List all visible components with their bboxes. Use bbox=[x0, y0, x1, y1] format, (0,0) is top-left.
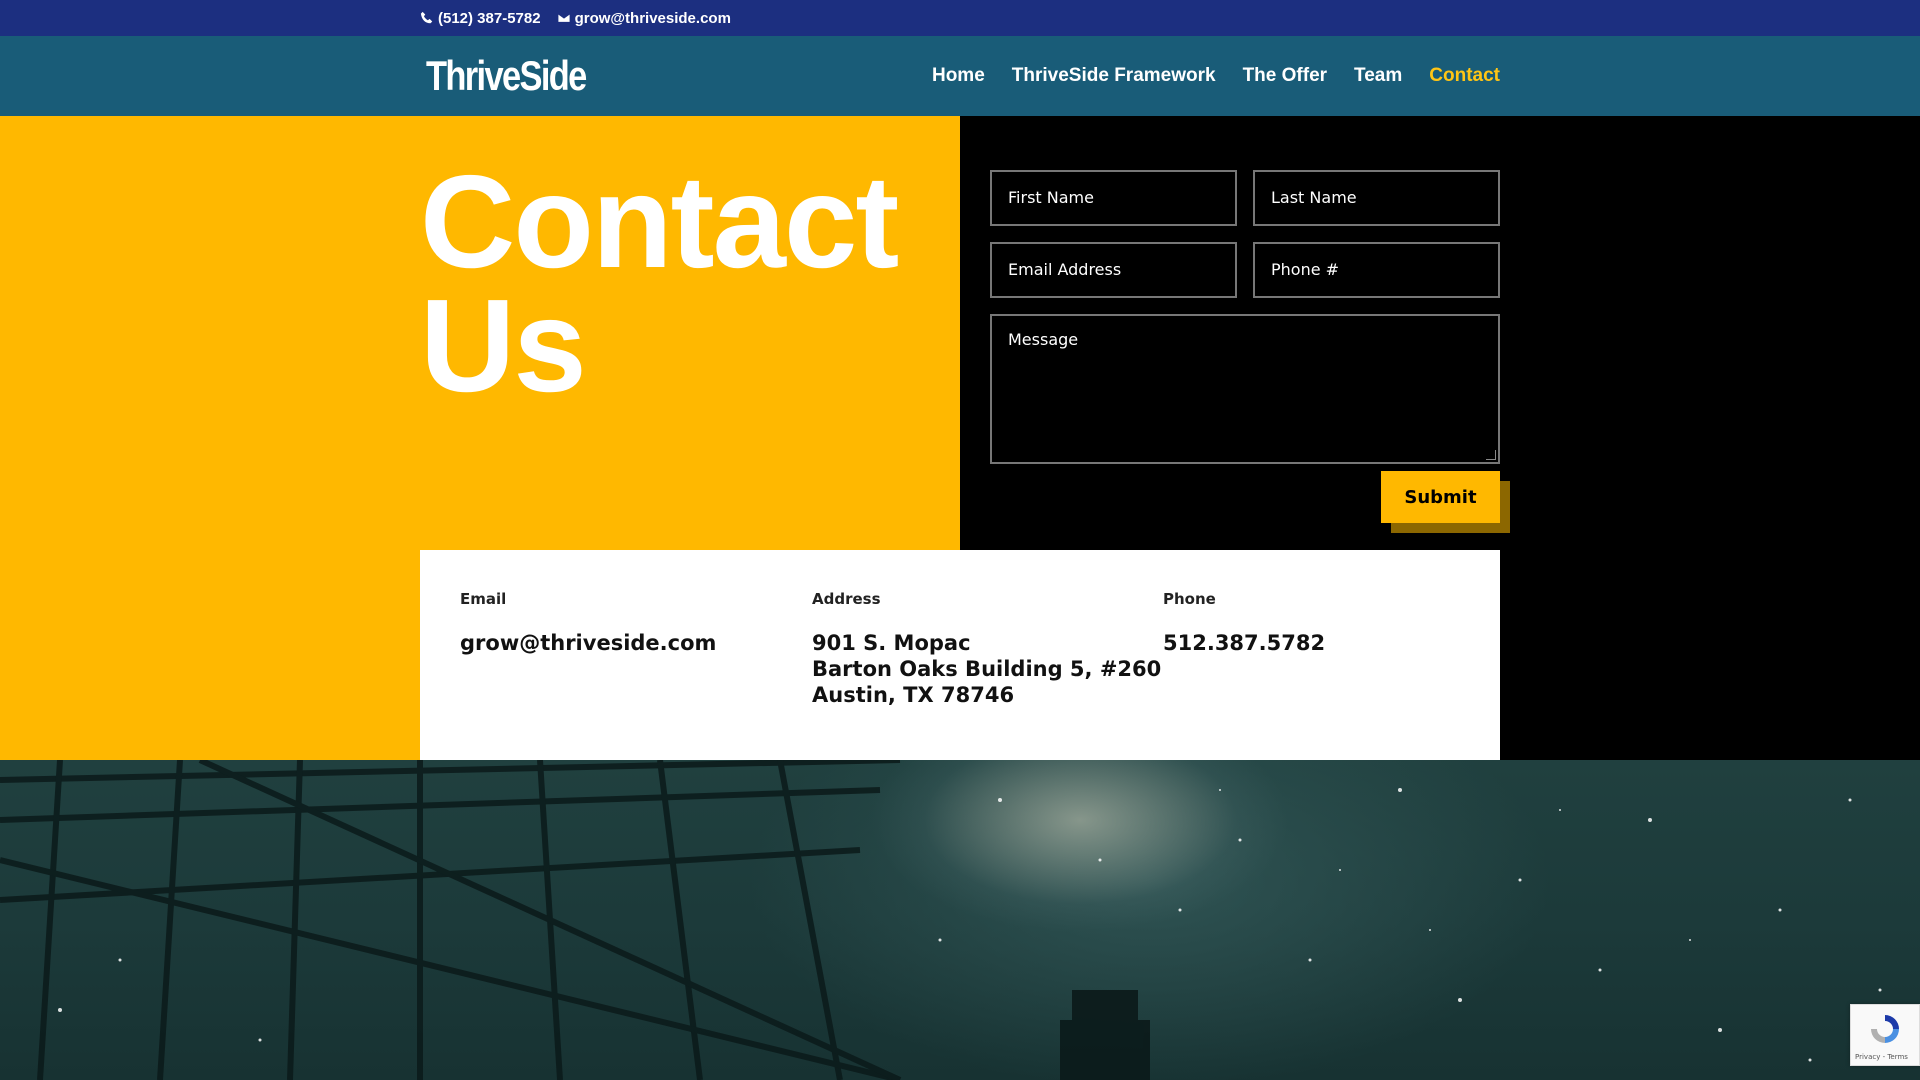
resize-handle[interactable] bbox=[1486, 450, 1496, 460]
phone-placeholder: Phone # bbox=[1271, 260, 1340, 279]
phone-field[interactable]: Phone # bbox=[1253, 242, 1500, 298]
nav-team[interactable]: Team bbox=[1354, 65, 1402, 87]
main-nav: Home ThriveSide Framework The Offer Team… bbox=[932, 36, 1500, 116]
info-email-label: Email bbox=[460, 590, 507, 608]
message-placeholder: Message bbox=[1008, 330, 1079, 349]
info-phone-value[interactable]: 512.387.5782 bbox=[1163, 630, 1325, 656]
top-phone-text: (512) 387-5782 bbox=[438, 9, 541, 27]
first-name-field[interactable]: First Name bbox=[990, 170, 1237, 226]
recaptcha-links[interactable]: Privacy - Terms bbox=[1855, 1053, 1908, 1061]
logo-text: ThriveSide bbox=[426, 52, 587, 99]
last-name-placeholder: Last Name bbox=[1271, 188, 1357, 207]
page-title: Contact Us bbox=[420, 148, 940, 419]
page-title-line2: Us bbox=[420, 272, 587, 419]
night-sky-bridge-image bbox=[0, 760, 1920, 1080]
envelope-icon bbox=[556, 13, 571, 23]
page-title-line1: Contact bbox=[420, 148, 899, 295]
bridge-silhouette bbox=[0, 760, 1882, 1080]
top-email-link[interactable]: grow@thriveside.com bbox=[556, 9, 731, 27]
info-address-line2: Barton Oaks Building 5, #260 bbox=[812, 657, 1162, 681]
contact-info-card: Email grow@thriveside.com Address 901 S.… bbox=[420, 550, 1500, 760]
phone-icon bbox=[420, 11, 433, 24]
recaptcha-badge[interactable]: Privacy - Terms bbox=[1850, 1004, 1920, 1066]
info-email-column: Email grow@thriveside.com bbox=[460, 590, 716, 656]
info-phone-label: Phone bbox=[1163, 590, 1216, 608]
nav-thriveside-framework[interactable]: ThriveSide Framework bbox=[1012, 65, 1216, 87]
info-address-column: Address 901 S. Mopac Barton Oaks Buildin… bbox=[812, 590, 1161, 708]
top-email-text: grow@thriveside.com bbox=[574, 9, 731, 27]
info-phone-column: Phone 512.387.5782 bbox=[1163, 590, 1325, 656]
message-textarea[interactable]: Message bbox=[990, 314, 1500, 464]
first-name-placeholder: First Name bbox=[1008, 188, 1094, 207]
info-address-label: Address bbox=[812, 590, 881, 608]
info-email-value[interactable]: grow@thriveside.com bbox=[460, 630, 716, 656]
site-header: ThriveSide Home ThriveSide Framework The… bbox=[0, 36, 1920, 116]
top-bar: (512) 387-5782 grow@thriveside.com bbox=[0, 0, 1920, 36]
thriveside-logo[interactable]: ThriveSide bbox=[426, 52, 587, 100]
nav-contact[interactable]: Contact bbox=[1429, 65, 1500, 87]
info-address-line3: Austin, TX 78746 bbox=[812, 683, 1015, 707]
recaptcha-icon bbox=[1871, 1015, 1899, 1043]
email-field[interactable]: Email Address bbox=[990, 242, 1237, 298]
top-phone-link[interactable]: (512) 387-5782 bbox=[420, 10, 541, 27]
info-address-line1: 901 S. Mopac bbox=[812, 631, 971, 655]
submit-button[interactable]: Submit bbox=[1381, 471, 1500, 523]
nav-home[interactable]: Home bbox=[932, 65, 985, 87]
top-contact-items: (512) 387-5782 grow@thriveside.com bbox=[420, 0, 731, 36]
nav-the-offer[interactable]: The Offer bbox=[1243, 65, 1327, 87]
email-placeholder: Email Address bbox=[1008, 260, 1122, 279]
last-name-field[interactable]: Last Name bbox=[1253, 170, 1500, 226]
